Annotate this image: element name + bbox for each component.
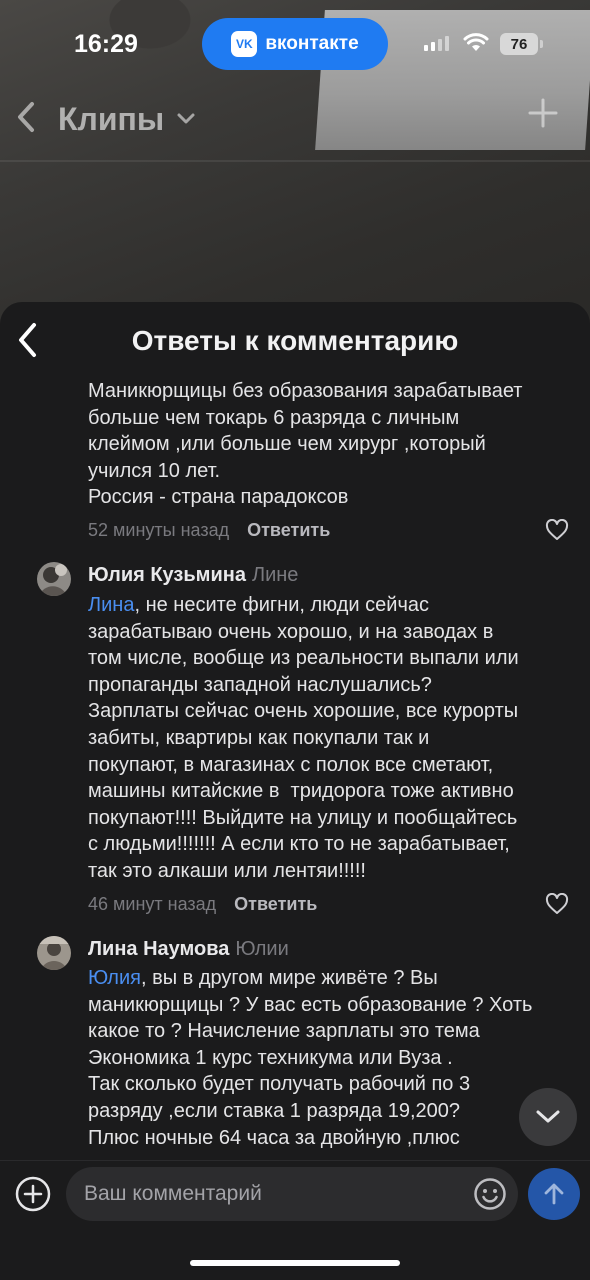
author-name[interactable]: Лина Наумова (88, 938, 229, 960)
comment-time: 52 минуты назад (88, 520, 230, 540)
clips-back-icon[interactable] (14, 100, 38, 143)
reply-to: Лине (251, 564, 299, 586)
mention-link[interactable]: Лина (88, 594, 134, 616)
mention-link[interactable]: Юлия (88, 967, 141, 989)
comment-meta: 46 минут назад Ответить (88, 894, 317, 915)
vk-logo-icon: VK (231, 31, 258, 57)
scroll-down-icon (536, 1110, 560, 1123)
comment-text: Лина, не несите фигни, люди сейчас зараб… (88, 592, 519, 885)
ceiling-edge (0, 160, 590, 162)
send-button[interactable] (528, 1168, 580, 1220)
comment-author[interactable]: Юлия Кузьмина Лине (88, 564, 298, 587)
send-arrow-icon (544, 1183, 564, 1205)
vk-app-pill[interactable]: VK вконтакте (202, 18, 388, 70)
vk-pill-label: вконтакте (265, 33, 359, 54)
wifi-icon (463, 33, 489, 51)
comment-body: , вы в другом мире живёте ? Вы маникюрщи… (88, 967, 533, 1149)
home-indicator[interactable] (190, 1260, 400, 1266)
reply-button[interactable]: Ответить (247, 520, 330, 541)
scroll-down-button[interactable] (519, 1088, 577, 1146)
comment-text: Маникюрщицы без образования зарабатывает… (88, 380, 523, 509)
comment-time: 46 минут назад (88, 894, 217, 914)
comment-meta: 52 минуты назад Ответить (88, 520, 330, 541)
heart-icon[interactable] (545, 519, 569, 541)
author-name[interactable]: Юлия Кузьмина (88, 564, 246, 586)
comment-author[interactable]: Лина Наумова Юлии (88, 938, 289, 961)
battery-indicator: 76 (500, 33, 543, 55)
comment-text: Юлия, вы в другом мире живёте ? Вы маник… (88, 965, 532, 1151)
clips-title[interactable]: Клипы (58, 101, 164, 138)
add-circle-icon[interactable] (15, 1176, 51, 1212)
reply-to: Юлии (235, 938, 289, 960)
avatar[interactable] (37, 936, 71, 970)
heart-icon[interactable] (545, 893, 569, 915)
emoji-icon[interactable] (473, 1177, 507, 1211)
comment-body: , не несите фигни, люди сейчас зарабатыв… (88, 594, 519, 882)
cellular-signal-icon (424, 36, 449, 51)
sheet-title: Ответы к комментарию (131, 325, 459, 356)
comment-input[interactable]: Ваш комментарий (66, 1167, 518, 1221)
reply-button[interactable]: Ответить (234, 894, 317, 915)
plus-icon[interactable] (526, 95, 560, 140)
status-time: 16:29 (74, 30, 138, 58)
chevron-down-icon[interactable] (176, 110, 196, 131)
avatar[interactable] (37, 562, 71, 596)
